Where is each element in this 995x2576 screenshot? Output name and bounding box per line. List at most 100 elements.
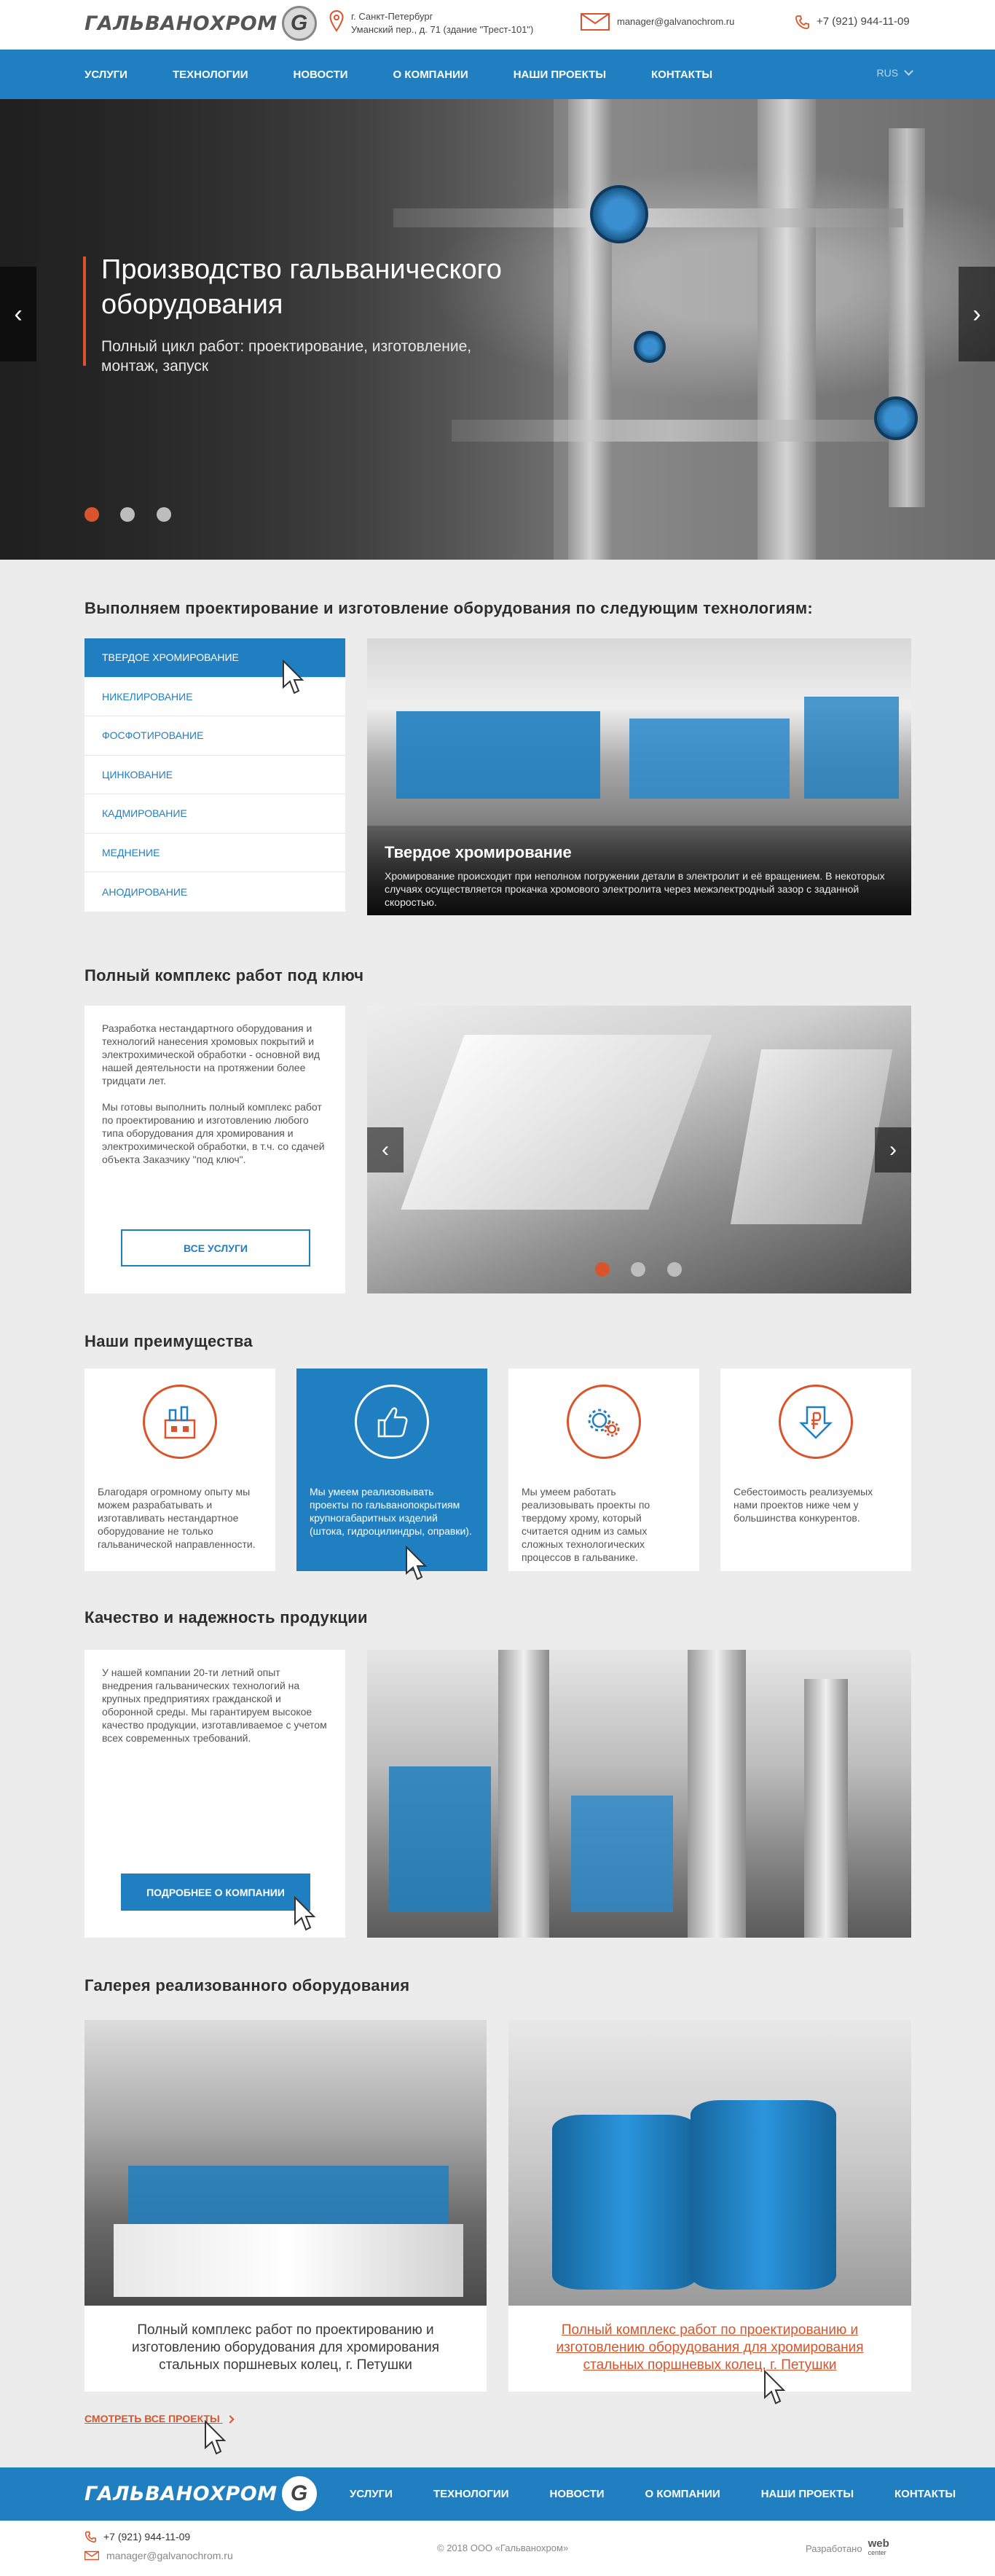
frame-image — [114, 2224, 463, 2297]
quality-title: Качество и надежность продукции — [84, 1608, 368, 1626]
developer-logo: web center — [868, 2538, 889, 2557]
advantage-text-2: Мы умеем реализовывать проекты по гальва… — [310, 1486, 472, 1537]
chevron-right-icon — [225, 2415, 235, 2424]
phone-block[interactable]: +7 (921) 944-11-09 — [795, 15, 910, 29]
tech-item-phosphate[interactable]: Фосфотирование — [84, 716, 345, 756]
footer-nav-about[interactable]: О компании — [645, 2488, 720, 2500]
mouse-cursor-icon — [406, 1546, 427, 1581]
turnkey-dot-3[interactable] — [667, 1262, 682, 1277]
gallery-photo-2[interactable] — [508, 2020, 911, 2306]
footer-bottom: +7 (921) 944-11-09 manager@galvanochrom.… — [0, 2521, 995, 2576]
chevron-left-icon: ‹ — [14, 300, 23, 328]
technology-caption-text: Хромирование происходит при неполном пог… — [385, 870, 885, 908]
hero-slider: ‹ › — [0, 99, 995, 560]
advantage-text-3: Мы умеем работать реализовывать проекты … — [522, 1486, 650, 1563]
tech-item-copper[interactable]: Меднение — [84, 834, 345, 872]
hero-next-button[interactable]: › — [959, 267, 995, 361]
advantage-card-4[interactable]: Себестоимость реализуемых нами проектов … — [720, 1369, 911, 1571]
footer-nav-bar: ГАЛЬВАНОХРОМ G Услуги Технологии Новости… — [0, 2467, 995, 2521]
pipe-image — [804, 1679, 848, 1938]
tech-item-cadmium[interactable]: Кадмирование — [84, 794, 345, 834]
all-services-button[interactable]: Все услуги — [121, 1229, 310, 1267]
footer-logo-mark-icon: G — [281, 2476, 317, 2511]
pipe-image — [688, 1650, 746, 1938]
main-nav: Услуги Технологии Новости О компании Наш… — [0, 50, 995, 99]
valve-image — [634, 331, 666, 363]
quality-text: У нашей компании 20-ти летний опыт внедр… — [102, 1667, 327, 1744]
footer-phone[interactable]: +7 (921) 944-11-09 — [103, 2531, 190, 2542]
tech-item-hard-chrome[interactable]: Твердое хромирование — [84, 638, 345, 678]
turnkey-photo: ‹ › — [367, 1006, 911, 1293]
turnkey-para-1: Разработка нестандартного оборудования и… — [102, 1022, 320, 1087]
hero-accent-bar — [83, 257, 86, 366]
hero-dot-3[interactable] — [157, 507, 171, 522]
hero-prev-button[interactable]: ‹ — [0, 267, 36, 361]
footer-email[interactable]: manager@galvanochrom.ru — [106, 2550, 233, 2561]
turnkey-prev-button[interactable]: ‹ — [367, 1127, 404, 1172]
chevron-down-icon — [904, 66, 913, 76]
map-pin-icon — [329, 10, 344, 32]
gallery-caption-1[interactable]: Полный комплекс работ по проектированию … — [84, 2306, 487, 2392]
footer-nav-technologies[interactable]: Технологии — [433, 2488, 509, 2500]
header-phone[interactable]: +7 (921) 944-11-09 — [817, 15, 910, 28]
technology-caption: Твердое хромирование Хромирование происх… — [367, 826, 911, 915]
phone-icon — [795, 15, 809, 29]
mail-icon — [581, 13, 610, 31]
logo[interactable]: ГАЛЬВАНОХРОМ G — [84, 6, 317, 41]
mouse-cursor-icon — [764, 2370, 785, 2405]
developer-label: Разработано — [806, 2542, 862, 2554]
turnkey-next-button[interactable]: › — [875, 1127, 911, 1172]
hero-subtitle: Полный цикл работ: проектирование, изгот… — [101, 338, 472, 375]
mouse-cursor-icon — [205, 2420, 226, 2455]
developer-credit[interactable]: Разработано web center — [806, 2538, 889, 2557]
hero-dot-2[interactable] — [120, 507, 135, 522]
valve-image — [590, 185, 648, 243]
tank-image — [629, 719, 790, 799]
footer-nav-contacts[interactable]: Контакты — [894, 2488, 956, 2500]
nav-item-news[interactable]: Новости — [294, 68, 348, 81]
ruble-arrow-icon — [779, 1385, 853, 1459]
hero-dot-1[interactable] — [84, 507, 99, 522]
footer-nav-projects[interactable]: Наши проекты — [761, 2488, 854, 2500]
mouse-cursor-icon — [294, 1896, 315, 1931]
footer-nav-news[interactable]: Новости — [550, 2488, 605, 2500]
gallery-caption-2[interactable]: Полный комплекс работ по проектированию … — [508, 2306, 911, 2392]
gallery-photo-1[interactable] — [84, 2020, 487, 2306]
thumbs-up-icon — [355, 1385, 429, 1459]
language-selector[interactable]: RUS — [877, 66, 913, 79]
footer-email-row[interactable]: manager@galvanochrom.ru — [84, 2550, 233, 2561]
header-email[interactable]: manager@galvanochrom.ru — [617, 15, 734, 28]
valve-image — [874, 396, 918, 440]
nav-item-services[interactable]: Услуги — [84, 68, 127, 81]
advantage-card-1[interactable]: Благодаря огромному опыту мы можем разра… — [84, 1369, 275, 1571]
chevron-right-icon: › — [972, 300, 981, 328]
address-street: Уманский пер., д. 71 (здание "Трест-101"… — [351, 24, 534, 35]
factory-icon — [143, 1385, 217, 1459]
about-company-button[interactable]: Подробнее о компании — [121, 1874, 310, 1911]
address-city: г. Санкт-Петербург — [351, 11, 433, 22]
nav-item-technologies[interactable]: Технологии — [173, 68, 248, 81]
gears-icon — [567, 1385, 641, 1459]
nav-item-about[interactable]: О компании — [393, 68, 468, 81]
advantage-card-3[interactable]: Мы умеем работать реализовывать проекты … — [508, 1369, 699, 1571]
footer-logo[interactable]: ГАЛЬВАНОХРОМ G — [84, 2476, 317, 2511]
tech-item-anodize[interactable]: Анодирование — [84, 872, 345, 912]
turnkey-para-2: Мы готовы выполнить полный комплекс рабо… — [102, 1101, 325, 1165]
footer-phone-row[interactable]: +7 (921) 944-11-09 — [84, 2531, 190, 2542]
tank-image — [552, 2115, 698, 2290]
email-block[interactable]: manager@galvanochrom.ru — [581, 13, 734, 31]
tech-item-zinc[interactable]: Цинкование — [84, 756, 345, 794]
nav-item-projects[interactable]: Наши проекты — [514, 68, 606, 81]
all-projects-label: Смотреть все проекты — [84, 2413, 220, 2424]
footer-copyright: © 2018 ООО «Гальванохром» — [437, 2542, 569, 2553]
advantage-card-2[interactable]: Мы умеем реализовывать проекты по гальва… — [296, 1369, 487, 1571]
tech-item-nickel[interactable]: Никелирование — [84, 678, 345, 716]
address-block: г. Санкт-Петербург Уманский пер., д. 71 … — [329, 10, 533, 36]
turnkey-dot-2[interactable] — [631, 1262, 645, 1277]
tank-image — [128, 2166, 449, 2224]
hero-pipe — [568, 99, 612, 560]
footer-nav-services[interactable]: Услуги — [350, 2488, 393, 2500]
panel-image — [730, 1049, 893, 1224]
turnkey-dot-1[interactable] — [595, 1262, 610, 1277]
nav-item-contacts[interactable]: Контакты — [651, 68, 712, 81]
